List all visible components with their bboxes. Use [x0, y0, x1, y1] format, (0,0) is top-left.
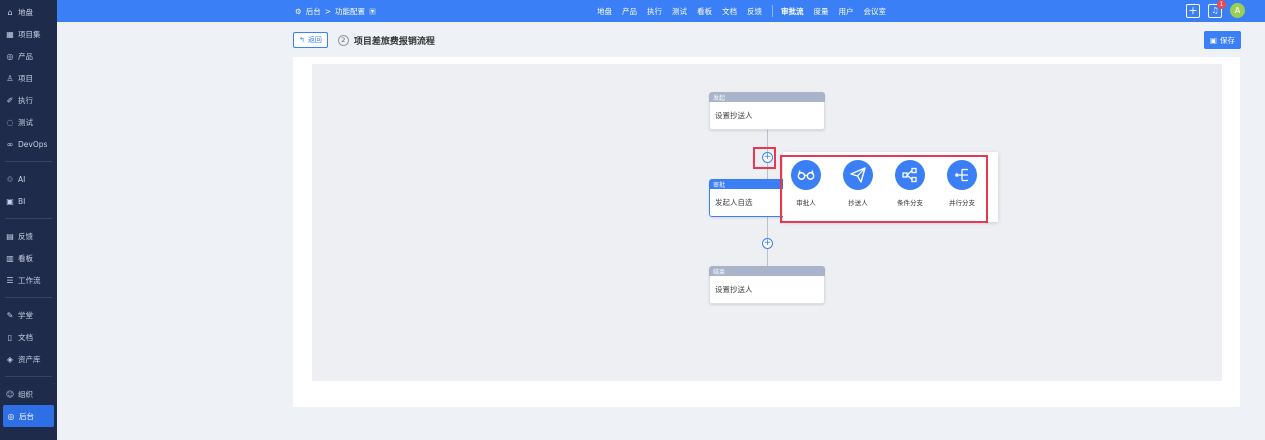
bi-icon: ▣: [6, 196, 14, 206]
sidebar-divider: [5, 161, 52, 162]
gear-icon: ⚙: [295, 6, 302, 16]
back-label: 返回: [307, 36, 322, 44]
sidebar-item-learn[interactable]: ✎ 学堂: [0, 304, 57, 326]
sidebar-item-label: 学堂: [18, 310, 33, 320]
sidebar-item-admin[interactable]: ◎ 后台: [3, 405, 54, 427]
save-icon: ▣: [1209, 35, 1217, 45]
flow-node-end[interactable]: 结束 设置抄送人: [709, 266, 825, 304]
admin-icon: ◎: [7, 411, 15, 421]
top-right-actions: + ♫ 1 A: [1186, 0, 1245, 18]
learn-icon: ✎: [6, 310, 14, 320]
execute-icon: ✐: [6, 95, 14, 105]
save-button[interactable]: ▣ 保存: [1203, 31, 1241, 49]
sidebar-item-label: 反馈: [18, 231, 33, 241]
nav-item-product[interactable]: 产品: [622, 6, 637, 17]
node-body: 设置抄送人: [709, 102, 825, 130]
sidebar-item-feedback[interactable]: ▤ 反馈: [0, 225, 57, 247]
nav-item-meeting-room[interactable]: 会议室: [864, 6, 887, 17]
breadcrumb-root[interactable]: 后台: [306, 6, 321, 17]
sidebar-item-test[interactable]: ◌ 测试: [0, 111, 57, 133]
nav-item-metrics[interactable]: 度量: [814, 6, 829, 17]
sidebar-item-workflow[interactable]: ☰ 工作流: [0, 269, 57, 291]
sidebar-item-label: 地盘: [18, 7, 33, 17]
nav-item-test[interactable]: 测试: [672, 6, 687, 17]
sidebar-item-asset[interactable]: ◈ 资产库: [0, 348, 57, 370]
breadcrumb: ⚙ 后台 > 功能配置 ▾: [295, 0, 377, 22]
devops-icon: ∞: [6, 139, 14, 149]
sidebar-item-label: 产品: [18, 51, 33, 61]
page-title: 项目差旅费报销流程: [353, 36, 435, 47]
sidebar-item-board[interactable]: ▥ 看板: [0, 247, 57, 269]
sidebar-item-execute[interactable]: ✐ 执行: [0, 89, 57, 111]
test-icon: ◌: [6, 117, 14, 127]
sidebar-item-label: 测试: [18, 117, 33, 127]
breadcrumb-separator: >: [324, 6, 332, 16]
board-icon: ▥: [6, 253, 14, 263]
top-nav: 地盘 产品 执行 测试 看板 文档 反馈 审批流 度量 用户 会议室: [597, 0, 896, 22]
highlight-box: [753, 147, 776, 169]
home-icon: ⌂: [7, 7, 13, 17]
node-body: 设置抄送人: [709, 276, 825, 304]
breadcrumb-current[interactable]: 功能配置: [335, 6, 365, 17]
workflow-icon: ☰: [6, 275, 14, 285]
flow-node-start[interactable]: 发起 设置抄送人: [709, 92, 825, 130]
nav-item-board[interactable]: 看板: [697, 6, 712, 17]
nav-item-doc[interactable]: 文档: [722, 6, 737, 17]
asset-icon: ◈: [6, 354, 14, 364]
sidebar-item-home[interactable]: ⌂ 地盘: [0, 1, 57, 23]
sidebar: ⌂ 地盘 ▦ 项目集 ◎ 产品 ♙ 项目 ✐ 执行 ◌ 测试 ∞ DevOps ♲ AI ▣ BI…: [0, 0, 57, 440]
nav-item-home[interactable]: 地盘: [597, 6, 612, 17]
sidebar-divider: [5, 218, 52, 219]
nav-item-execute[interactable]: 执行: [647, 6, 662, 17]
nav-divider: [772, 5, 773, 17]
project-icon: ♙: [6, 73, 14, 83]
sidebar-item-doc[interactable]: ▯ 文档: [0, 326, 57, 348]
notification-badge: 1: [1217, 0, 1226, 9]
sidebar-item-project[interactable]: ♙ 项目: [0, 67, 57, 89]
sidebar-item-bi[interactable]: ▣ BI: [0, 190, 57, 212]
back-arrow-icon: ↰: [299, 36, 305, 44]
node-header: 结束: [709, 266, 825, 276]
sidebar-item-label: DevOps: [18, 139, 48, 149]
page-header: ↰ 返回 2 项目差旅费报销流程 ▣ 保存: [293, 31, 1241, 49]
sidebar-item-label: 看板: [18, 253, 33, 263]
grid-icon: ▦: [6, 29, 14, 39]
sidebar-item-label: 后台: [19, 411, 34, 421]
plus-icon[interactable]: +: [1186, 3, 1200, 18]
ai-icon: ♲: [6, 174, 14, 184]
sidebar-item-label: 组织: [18, 389, 33, 399]
add-node-button[interactable]: +: [762, 238, 773, 249]
sidebar-item-devops[interactable]: ∞ DevOps: [0, 133, 57, 155]
highlight-box: [780, 155, 988, 223]
node-header: 发起: [709, 92, 825, 102]
sidebar-item-label: 工作流: [18, 275, 41, 285]
sidebar-item-label: 项目集: [18, 29, 41, 39]
sidebar-item-product[interactable]: ◎ 产品: [0, 45, 57, 67]
sidebar-item-org[interactable]: ☺ 组织: [0, 383, 57, 405]
avatar[interactable]: A: [1230, 3, 1245, 18]
sidebar-item-program[interactable]: ▦ 项目集: [0, 23, 57, 45]
bell-icon[interactable]: ♫ 1: [1208, 0, 1226, 18]
sidebar-item-label: 文档: [18, 332, 33, 342]
nav-item-users[interactable]: 用户: [839, 6, 854, 17]
sidebar-item-label: 项目: [18, 73, 33, 83]
chevron-down-icon[interactable]: ▾: [369, 7, 377, 15]
org-icon: ☺: [5, 389, 15, 399]
nav-item-approval[interactable]: 审批流: [781, 6, 804, 17]
top-bar: ⚙ 后台 > 功能配置 ▾ 地盘 产品 执行 测试 看板 文档 反馈 审批流 度…: [57, 0, 1265, 22]
sidebar-divider: [5, 297, 52, 298]
product-icon: ◎: [6, 51, 14, 61]
nav-item-feedback[interactable]: 反馈: [747, 6, 762, 17]
sidebar-item-label: BI: [18, 196, 26, 206]
doc-icon: ▯: [7, 332, 13, 342]
save-label: 保存: [1220, 35, 1235, 45]
back-button[interactable]: ↰ 返回: [293, 32, 328, 48]
sidebar-divider: [5, 376, 52, 377]
sidebar-item-ai[interactable]: ♲ AI: [0, 168, 57, 190]
feedback-icon: ▤: [6, 231, 14, 241]
sidebar-item-label: 资产库: [18, 354, 41, 364]
sidebar-item-label: 执行: [18, 95, 33, 105]
step-number: 2: [337, 34, 349, 46]
sidebar-item-label: AI: [18, 174, 26, 184]
